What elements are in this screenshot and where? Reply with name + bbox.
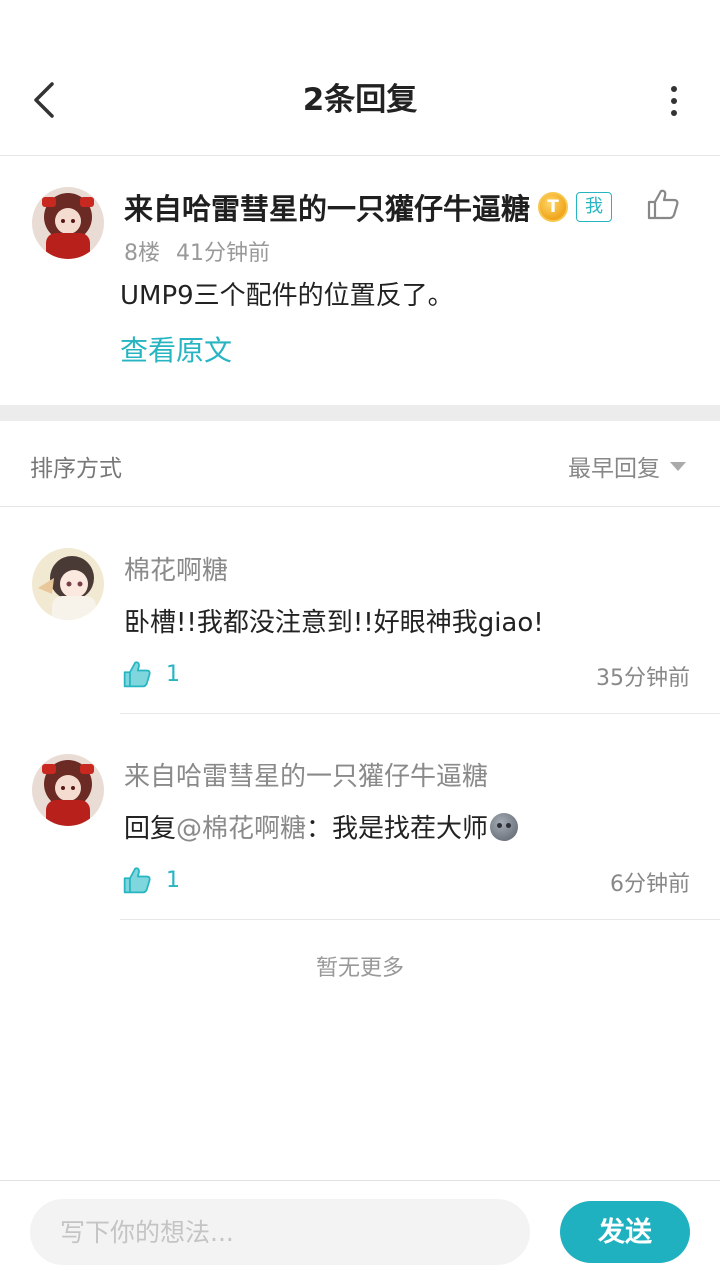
avatar-image <box>32 754 104 826</box>
send-button[interactable]: 发送 <box>560 1201 690 1263</box>
sort-selected-value: 最早回复 <box>568 456 660 482</box>
no-more-label: 暂无更多 <box>315 956 404 981</box>
reply-time: 6分钟前 <box>610 872 690 897</box>
original-comment: 来自哈雷彗星的一只獾仔牛逼糖 T 我 8楼 41分钟前 UMP9三个配件的位置反了… <box>0 157 720 405</box>
reply-text: 卧槽!!我都没注意到!!好眼神我giao! <box>124 608 544 638</box>
like-button[interactable] <box>646 187 680 221</box>
like-count: 1 <box>166 661 180 687</box>
floor-number: 8楼 <box>124 241 160 266</box>
post-time: 41分钟前 <box>176 241 270 266</box>
sort-dropdown[interactable]: 最早回复 <box>568 449 686 483</box>
more-options-button[interactable] <box>664 86 684 116</box>
comment-input[interactable] <box>30 1199 530 1265</box>
post-meta: 8楼 41分钟前 <box>124 235 270 267</box>
avatar[interactable] <box>32 187 104 259</box>
thumbs-up-outline-icon <box>647 189 679 220</box>
dark-face-emoji-icon <box>490 813 519 841</box>
like-count: 1 <box>166 867 180 893</box>
reply-item: 棉花啊糖 卧槽!!我都没注意到!!好眼神我giao! 1 35分钟前 <box>0 508 720 714</box>
avatar[interactable] <box>32 548 104 620</box>
mention-link[interactable]: @棉花啊糖 <box>176 814 306 844</box>
view-original-link[interactable]: 查看原文 <box>120 329 232 369</box>
comment-text: UMP9三个配件的位置反了。 <box>120 281 454 311</box>
reply-body: ：我是找茬大师 <box>306 814 489 844</box>
thumbs-up-filled-icon <box>123 867 151 894</box>
avatar[interactable] <box>32 754 104 826</box>
reply-time: 35分钟前 <box>596 666 690 691</box>
thumbs-up-filled-icon <box>123 661 151 688</box>
like-button[interactable]: 1 <box>122 658 180 690</box>
reply-author[interactable]: 棉花啊糖 <box>124 550 228 587</box>
section-divider <box>0 405 720 421</box>
avatar-image <box>32 548 104 620</box>
caret-down-icon <box>670 461 686 471</box>
coin-badge-icon: T <box>538 192 569 222</box>
author-name[interactable]: 来自哈雷彗星的一只獾仔牛逼糖 <box>124 186 530 228</box>
author-row: 来自哈雷彗星的一只獾仔牛逼糖 T 我 <box>124 186 613 228</box>
top-nav-bar: 2条回复 <box>0 0 720 156</box>
reply-text: 回复@棉花啊糖：我是找茬大师 <box>124 808 519 845</box>
divider <box>120 919 720 920</box>
like-button[interactable]: 1 <box>122 864 180 896</box>
me-badge: 我 <box>576 192 613 222</box>
reply-item: 来自哈雷彗星的一只獾仔牛逼糖 回复@棉花啊糖：我是找茬大师 1 6分钟前 <box>0 714 720 920</box>
sort-label: 排序方式 <box>30 456 122 482</box>
avatar-image <box>32 187 104 259</box>
sort-bar: 排序方式 最早回复 <box>0 421 720 507</box>
comment-composer: 发送 <box>0 1180 720 1280</box>
reply-prefix: 回复 <box>124 814 177 844</box>
more-vertical-icon <box>671 86 677 92</box>
reply-author[interactable]: 来自哈雷彗星的一只獾仔牛逼糖 <box>124 756 488 793</box>
page-title: 2条回复 <box>302 82 418 118</box>
